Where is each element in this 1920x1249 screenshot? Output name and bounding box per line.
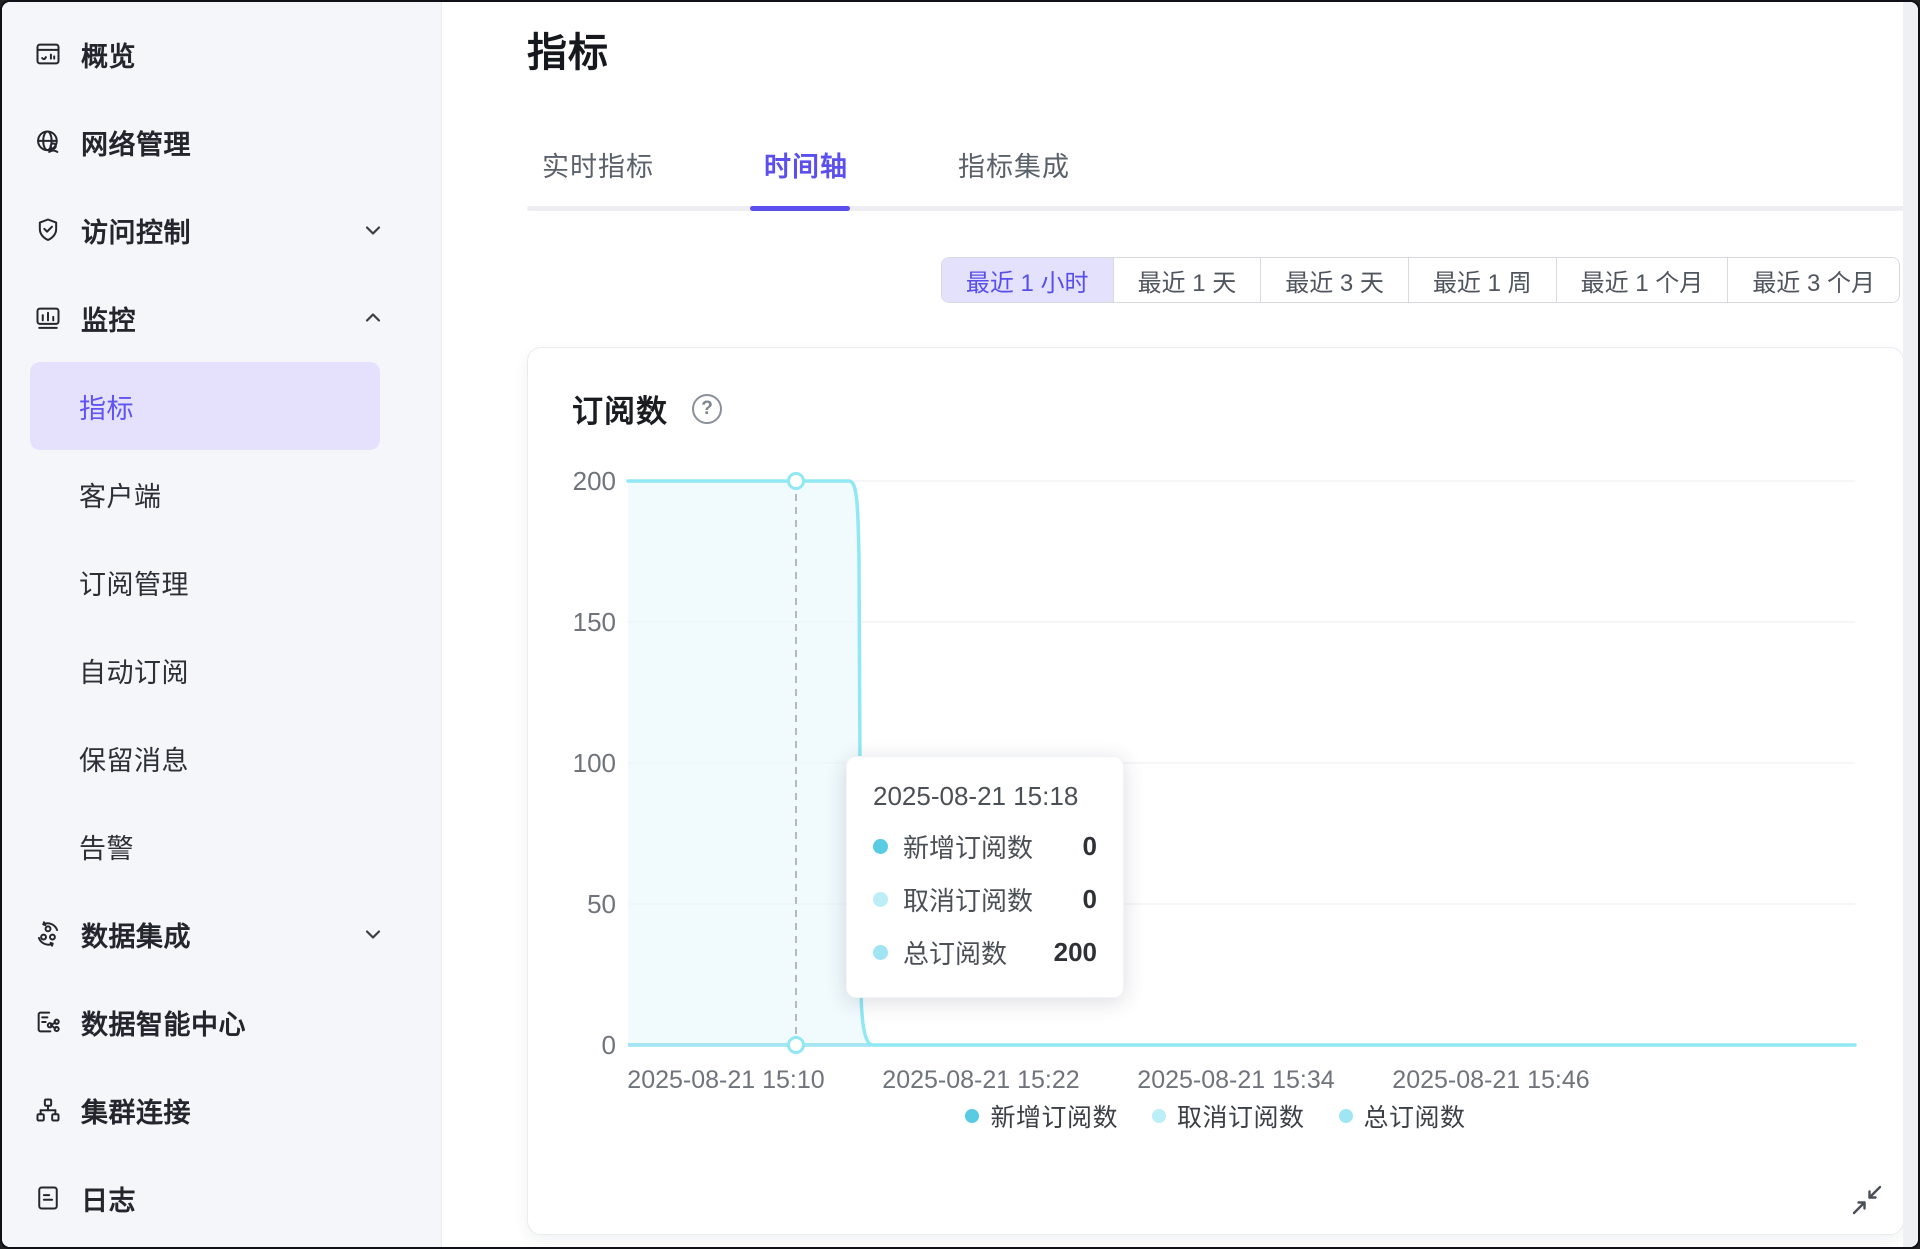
x-tick-label: 2025-08-21 15:10: [627, 1066, 824, 1094]
y-tick-label: 150: [573, 607, 616, 637]
series-dot-total: [873, 945, 888, 960]
sidebar-subitem-retained-messages[interactable]: 保留消息: [30, 714, 380, 802]
sidebar-item-data-integration[interactable]: 数据集成: [2, 890, 441, 978]
sidebar-item-label: 数据集成: [81, 915, 191, 954]
sidebar-item-label: 监控: [81, 299, 136, 338]
cluster-icon: [34, 1096, 62, 1124]
sidebar-subitem-auto-subscribe[interactable]: 自动订阅: [30, 626, 380, 714]
sidebar-item-label: 访问控制: [81, 211, 191, 250]
legend-dot-total: [1339, 1109, 1353, 1123]
sidebar-subitem-label: 保留消息: [79, 739, 189, 778]
tooltip-timestamp: 2025-08-21 15:18: [873, 781, 1097, 812]
sidebar-subitem-label: 告警: [79, 827, 134, 866]
globe-icon: [34, 128, 62, 156]
sidebar-subitem-label: 客户端: [79, 475, 162, 514]
collapse-icon[interactable]: [1849, 1182, 1885, 1218]
tooltip-row-value: 0: [1083, 884, 1097, 915]
legend-label: 取消订阅数: [1177, 1098, 1305, 1134]
range-button-1mo[interactable]: 最近 1 个月: [1556, 258, 1728, 302]
tooltip-row-value: 200: [1054, 937, 1097, 968]
chevron-up-icon[interactable]: [361, 306, 385, 330]
range-button-3mo[interactable]: 最近 3 个月: [1727, 258, 1899, 302]
sidebar-item-label: 集群连接: [81, 1091, 191, 1130]
sidebar: 概览 网络管理 访问控制 监控 指: [2, 2, 442, 1247]
data-intelligence-icon: [34, 1008, 62, 1036]
y-tick-label: 200: [573, 466, 616, 496]
overview-icon: [34, 40, 62, 68]
sidebar-subitem-alarms[interactable]: 告警: [30, 802, 380, 890]
x-tick-label: 2025-08-21 15:46: [1392, 1066, 1589, 1094]
hover-marker-top: [789, 474, 804, 489]
tooltip-row-label: 取消订阅数: [903, 881, 1033, 918]
data-integration-icon: [34, 920, 62, 948]
tooltip-row-label: 总订阅数: [903, 934, 1007, 971]
tooltip-row: 总订阅数 200: [873, 934, 1097, 971]
legend-item-cancel-subscriptions[interactable]: 取消订阅数: [1152, 1098, 1305, 1134]
sidebar-item-label: 概览: [81, 35, 136, 74]
sidebar-subitem-label: 订阅管理: [79, 563, 189, 602]
tab-realtime-metrics[interactable]: 实时指标: [542, 145, 654, 184]
y-tick-label: 100: [573, 748, 616, 778]
legend-label: 总订阅数: [1364, 1098, 1466, 1134]
shield-check-icon: [34, 216, 62, 244]
chevron-down-icon[interactable]: [361, 218, 385, 242]
sidebar-subitem-label: 指标: [79, 387, 134, 426]
legend-dot-new: [965, 1109, 979, 1123]
main-content: 指标 实时指标 时间轴 指标集成 最近 1 小时 最近 1 天 最近 3 天 最…: [443, 2, 1918, 1247]
subscriptions-chart-card: 订阅数 ?: [527, 347, 1904, 1235]
sidebar-item-overview[interactable]: 概览: [2, 10, 441, 98]
series-dot-new: [873, 839, 888, 854]
y-tick-label: 50: [587, 889, 616, 919]
sidebar-item-data-intelligence[interactable]: 数据智能中心: [2, 978, 441, 1066]
sidebar-subitem-subscriptions[interactable]: 订阅管理: [30, 538, 380, 626]
sidebar-item-monitoring[interactable]: 监控: [2, 274, 441, 362]
sidebar-item-label: 数据智能中心: [81, 1003, 246, 1042]
chart-legend: 新增订阅数 取消订阅数 总订阅数: [528, 1098, 1903, 1134]
series-dot-cancel: [873, 892, 888, 907]
tab-timeline[interactable]: 时间轴: [764, 145, 848, 184]
tooltip-row: 取消订阅数 0: [873, 881, 1097, 918]
tooltip-row-value: 0: [1083, 831, 1097, 862]
app-window: 概览 网络管理 访问控制 监控 指: [0, 0, 1920, 1249]
time-range-group: 最近 1 小时 最近 1 天 最近 3 天 最近 1 周 最近 1 个月 最近 …: [941, 257, 1900, 303]
monitor-chart-icon: [34, 304, 62, 332]
sidebar-subitem-clients[interactable]: 客户端: [30, 450, 380, 538]
legend-dot-cancel: [1152, 1109, 1166, 1123]
tab-active-indicator: [750, 206, 850, 211]
logs-icon: [34, 1184, 62, 1212]
sidebar-item-label: 日志: [81, 1179, 136, 1218]
hover-marker-bottom: [789, 1038, 804, 1053]
tooltip-row-label: 新增订阅数: [903, 828, 1033, 865]
range-button-1w[interactable]: 最近 1 周: [1408, 258, 1556, 302]
range-button-1h[interactable]: 最近 1 小时: [942, 258, 1113, 302]
sidebar-subitem-label: 自动订阅: [79, 651, 189, 690]
chart-tooltip: 2025-08-21 15:18 新增订阅数 0 取消订阅数 0 总订阅数 20…: [846, 756, 1124, 998]
sidebar-item-network[interactable]: 网络管理: [2, 98, 441, 186]
tab-underline-track: [527, 206, 1904, 211]
chevron-down-icon[interactable]: [361, 922, 385, 946]
tab-bar: 实时指标 时间轴 指标集成: [542, 145, 1070, 184]
x-tick-label: 2025-08-21 15:34: [1137, 1066, 1334, 1094]
range-button-1d[interactable]: 最近 1 天: [1113, 258, 1261, 302]
tab-metrics-integration[interactable]: 指标集成: [958, 145, 1070, 184]
x-tick-label: 2025-08-21 15:22: [882, 1066, 1079, 1094]
scrollbar-track[interactable]: [1903, 2, 1918, 1247]
sidebar-item-access-control[interactable]: 访问控制: [2, 186, 441, 274]
page-title: 指标: [527, 20, 609, 78]
legend-item-new-subscriptions[interactable]: 新增订阅数: [965, 1098, 1118, 1134]
sidebar-subitem-metrics[interactable]: 指标: [30, 362, 380, 450]
legend-item-total-subscriptions[interactable]: 总订阅数: [1339, 1098, 1466, 1134]
sidebar-item-cluster-linking[interactable]: 集群连接: [2, 1066, 441, 1154]
tooltip-row: 新增订阅数 0: [873, 828, 1097, 865]
sidebar-item-logs[interactable]: 日志: [2, 1154, 441, 1242]
y-tick-label: 0: [602, 1030, 616, 1060]
sidebar-item-label: 网络管理: [81, 123, 191, 162]
legend-label: 新增订阅数: [990, 1098, 1118, 1134]
total-subscriptions-area: [628, 481, 873, 1045]
range-button-3d[interactable]: 最近 3 天: [1260, 258, 1408, 302]
